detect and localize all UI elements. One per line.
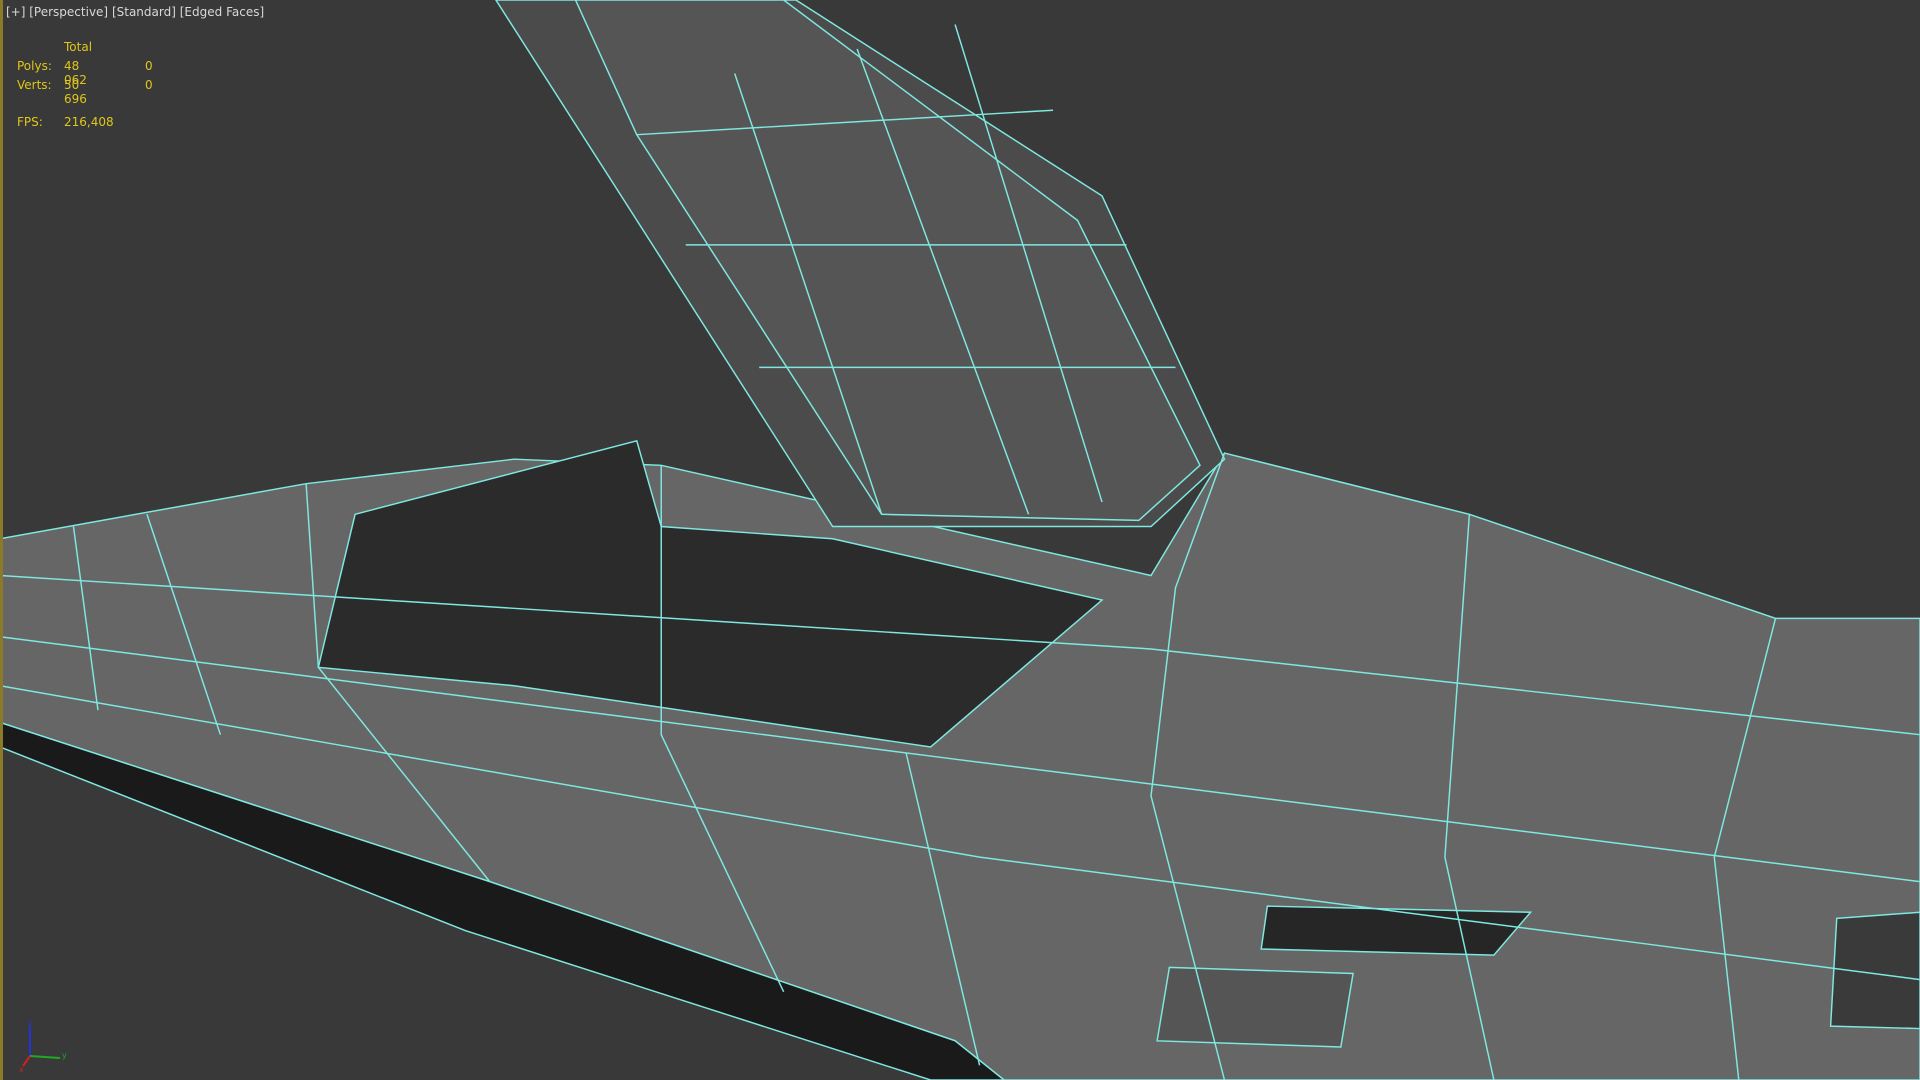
polys-selected: 0 (145, 59, 153, 73)
view-mode-menu[interactable]: [Perspective] (29, 5, 108, 19)
axis-x-label: x (19, 1065, 24, 1073)
shading-menu[interactable]: [Standard] (112, 5, 176, 19)
verts-total: 50 696 (64, 78, 87, 106)
viewport-label: [+] [Perspective] [Standard] [Edged Face… (6, 5, 264, 19)
axis-y-label: y (62, 1051, 67, 1060)
viewport-menu-button[interactable]: [+] (6, 5, 25, 19)
axis-gizmo-icon: z y x (19, 1018, 67, 1073)
stats-header: Total (64, 40, 93, 54)
verts-label: Verts: (17, 78, 52, 92)
axis-z-label: z (28, 1018, 32, 1027)
display-mode-menu[interactable]: [Edged Faces] (180, 5, 264, 19)
viewport-scene[interactable] (0, 0, 1920, 1080)
fps-value: 216,408 (64, 115, 114, 129)
fps-label: FPS: (17, 115, 43, 129)
viewport-active-border (0, 0, 3, 1080)
verts-selected: 0 (145, 78, 153, 92)
fuselage (0, 0, 1920, 1080)
polys-label: Polys: (17, 59, 52, 73)
